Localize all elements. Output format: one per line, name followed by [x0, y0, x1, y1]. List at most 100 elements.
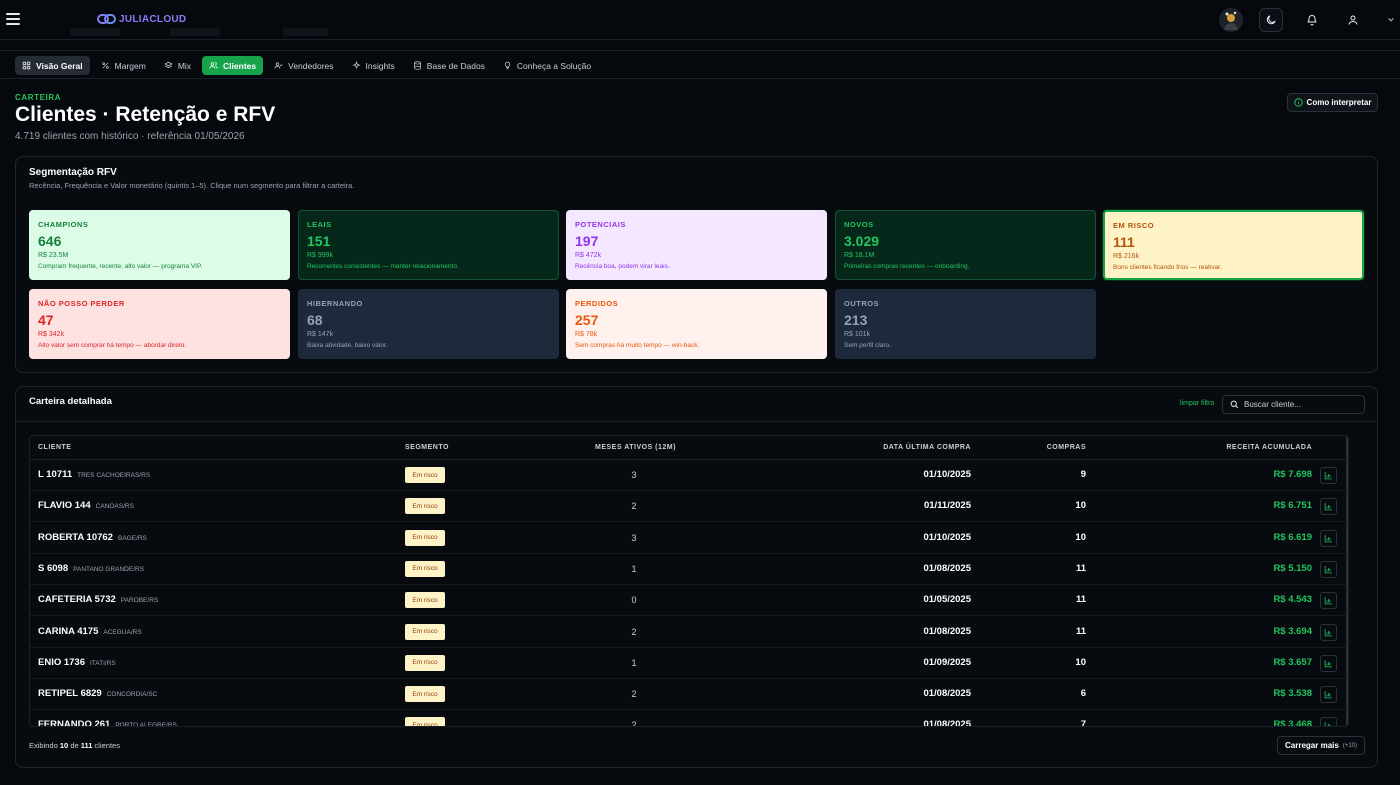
client-city: PAROBE/RS: [120, 597, 159, 605]
segment-card-novos[interactable]: NOVOS 3.029 R$ 18.1M Primeiras compras rece…: [835, 210, 1096, 280]
client-name[interactable]: ENIO 1736 ITATI/RS: [38, 657, 116, 668]
column-header-active-months[interactable]: MESES ATIVOS (12M): [595, 444, 676, 451]
load-more-button[interactable]: Carregar mais (+10): [1277, 736, 1365, 755]
segment-name: EM RISCO: [1113, 221, 1155, 230]
search-box: [1222, 395, 1365, 414]
table-row[interactable]: L 10711 TRES CACHOEIRAS/RS Em risco 3 01/10/…: [30, 460, 1346, 491]
segment-name: HIBERNANDO: [307, 299, 363, 308]
chart-button[interactable]: [1320, 560, 1337, 578]
client-name[interactable]: FLAVIO 144 CANOAS/RS: [38, 500, 134, 511]
segment-card-hibernando[interactable]: HIBERNANDO 68 R$ 147k Baixa atividade, baix…: [298, 289, 559, 359]
moon-icon: [1266, 15, 1276, 25]
table-row[interactable]: ROBERTA 10762 BAGE/RS Em risco 3 01/10/2025 1…: [30, 523, 1346, 554]
chart-button[interactable]: [1320, 592, 1337, 610]
client-city: CANOAS/RS: [95, 503, 134, 511]
column-header-purchases[interactable]: COMPRAS: [1010, 444, 1086, 451]
bar-chart-icon: [1324, 503, 1332, 511]
table-row[interactable]: ENIO 1736 ITATI/RS Em risco 1 01/09/2025 10 R$…: [30, 648, 1346, 679]
purchase-count: 10: [1075, 656, 1086, 668]
segment-description: Primeiras compras recentes — onboarding.: [844, 263, 970, 270]
last-purchase-date: 01/08/2025: [923, 719, 971, 727]
client-name[interactable]: ROBERTA 10762 BAGE/RS: [38, 532, 147, 543]
section-eyebrow: CARTEIRA: [15, 93, 62, 102]
avatar[interactable]: [1219, 8, 1243, 32]
table-scrollbar[interactable]: [1346, 436, 1348, 726]
segment-card-champions[interactable]: CHAMPIONS 646 R$ 23.5M Compram frequente, r…: [29, 210, 290, 280]
brand-logo[interactable]: JULIACLOUD: [97, 12, 186, 26]
segment-count: 257: [575, 312, 599, 328]
bar-chart-icon: [1324, 597, 1332, 605]
segment-description: Sem compras há muito tempo — win-back.: [575, 342, 700, 349]
profile-button[interactable]: [1341, 8, 1365, 32]
clear-filter-link[interactable]: limpar filtro: [1180, 400, 1214, 407]
column-header-revenue[interactable]: RECEITA ACUMULADA: [1180, 444, 1312, 451]
segment-name: NÃO POSSO PERDER: [38, 299, 125, 308]
chart-button[interactable]: [1320, 498, 1337, 516]
tab-label: Visão Geral: [36, 60, 83, 71]
segment-card-outros[interactable]: OUTROS 213 R$ 101k Sem perfil claro.: [835, 289, 1096, 359]
grid-icon: [22, 61, 31, 70]
table-row[interactable]: CAFETERIA 5732 PAROBE/RS Em risco 0 01/05/20…: [30, 585, 1346, 617]
accumulated-revenue: R$ 5.150: [1273, 562, 1312, 574]
table-row[interactable]: CARINA 4175 ACEGUA/RS Em risco 2 01/08/2025 1…: [30, 617, 1346, 648]
notifications-button[interactable]: [1300, 8, 1324, 32]
client-name[interactable]: RETIPEL 6829 CONCORDIA/SC: [38, 688, 157, 699]
table-row[interactable]: FLAVIO 144 CANOAS/RS Em risco 2 01/11/2025 10…: [30, 491, 1346, 523]
bell-icon: [1307, 15, 1317, 26]
search-input[interactable]: [1244, 400, 1359, 409]
segment-card-n-o-posso-perder[interactable]: NÃO POSSO PERDER 47 R$ 342k Alto valor sem …: [29, 289, 290, 359]
table-row[interactable]: FERNANDO 261 PORTO ALEGRE/RS Em risco 2 01/0…: [30, 710, 1346, 727]
segment-card-potenciais[interactable]: POTENCIAIS 197 R$ 472k Recência boa, podem …: [566, 210, 827, 280]
accumulated-revenue: R$ 6.619: [1273, 531, 1312, 543]
client-name[interactable]: S 6098 PANTANO GRANDE/RS: [38, 563, 144, 574]
column-header-last-purchase[interactable]: DATA ÚLTIMA COMPRA: [790, 444, 971, 451]
segment-description: Recorrentes consistentes — manter relaci…: [307, 263, 459, 270]
segment-revenue: R$ 342k: [38, 331, 65, 338]
brand-name: JULIACLOUD: [119, 13, 187, 25]
bar-chart-icon: [1324, 659, 1332, 668]
tab-label: Base de Dados: [426, 60, 485, 71]
accumulated-revenue: R$ 7.698: [1273, 469, 1312, 480]
table-row[interactable]: RETIPEL 6829 CONCORDIA/SC Em risco 2 01/08/2…: [30, 679, 1346, 711]
chart-button[interactable]: [1320, 686, 1337, 704]
segment-card-perdidos[interactable]: PERDIDOS 257 R$ 78k Sem compras há muito te…: [566, 289, 827, 359]
client-name[interactable]: L 10711 TRES CACHOEIRAS/RS: [38, 469, 150, 480]
how-to-interpret-button[interactable]: Como interpretar: [1287, 93, 1378, 112]
tab-mix[interactable]: Mix: [157, 56, 198, 75]
page-title: Clientes · Retenção e RFV: [15, 103, 276, 126]
tab-conhe-a-a-solu-o[interactable]: Conheça a Solução: [496, 56, 598, 75]
chart-button[interactable]: [1320, 717, 1337, 726]
tab-base-de-dados[interactable]: Base de Dados: [406, 56, 492, 75]
tab-margem[interactable]: Margem: [94, 56, 153, 75]
pagination-summary: Exibindo 10 de 111 clientes: [29, 741, 120, 750]
client-name[interactable]: CAFETERIA 5732 PAROBE/RS: [38, 594, 158, 605]
more-chevron-icon[interactable]: [1386, 8, 1396, 32]
chart-button[interactable]: [1320, 654, 1337, 672]
column-header-client[interactable]: CLIENTE: [38, 444, 71, 451]
tab-insights[interactable]: Insights: [345, 56, 402, 75]
table-row[interactable]: S 6098 PANTANO GRANDE/RS Em risco 1 01/08/20…: [30, 554, 1346, 585]
clients-table: CLIENTE SEGMENTO MESES ATIVOS (12M) DATA…: [29, 435, 1349, 727]
chart-button[interactable]: [1320, 467, 1337, 484]
bar-chart-icon: [1324, 628, 1332, 636]
segment-revenue: R$ 216k: [1113, 253, 1140, 260]
tab-vis-o-geral[interactable]: Visão Geral: [15, 56, 90, 75]
menu-icon[interactable]: [6, 12, 20, 26]
segment-card-em-risco[interactable]: EM RISCO 111 R$ 216k Bons clientes ficando …: [1103, 210, 1364, 280]
segment-description: Sem perfil claro.: [844, 342, 891, 349]
segment-card-leais[interactable]: LEAIS 151 R$ 999k Recorrentes consistentes …: [298, 210, 559, 280]
column-header-segment[interactable]: SEGMENTO: [405, 444, 449, 451]
segment-revenue: R$ 78k: [575, 331, 598, 338]
page-subtitle: 4.719 clientes com histórico · referênci…: [15, 131, 245, 142]
chart-button[interactable]: [1320, 529, 1337, 547]
tab-clientes[interactable]: Clientes: [202, 56, 264, 75]
segment-name: OUTROS: [844, 299, 880, 308]
blurred-element: [283, 28, 328, 36]
theme-toggle-button[interactable]: [1259, 8, 1283, 32]
database-icon: [413, 61, 421, 70]
tab-label: Clientes: [223, 60, 257, 71]
tab-vendedores[interactable]: Vendedores: [267, 56, 340, 75]
chart-button[interactable]: [1320, 623, 1337, 641]
client-name[interactable]: CARINA 4175 ACEGUA/RS: [38, 626, 142, 637]
client-name[interactable]: FERNANDO 261 PORTO ALEGRE/RS: [38, 719, 177, 726]
